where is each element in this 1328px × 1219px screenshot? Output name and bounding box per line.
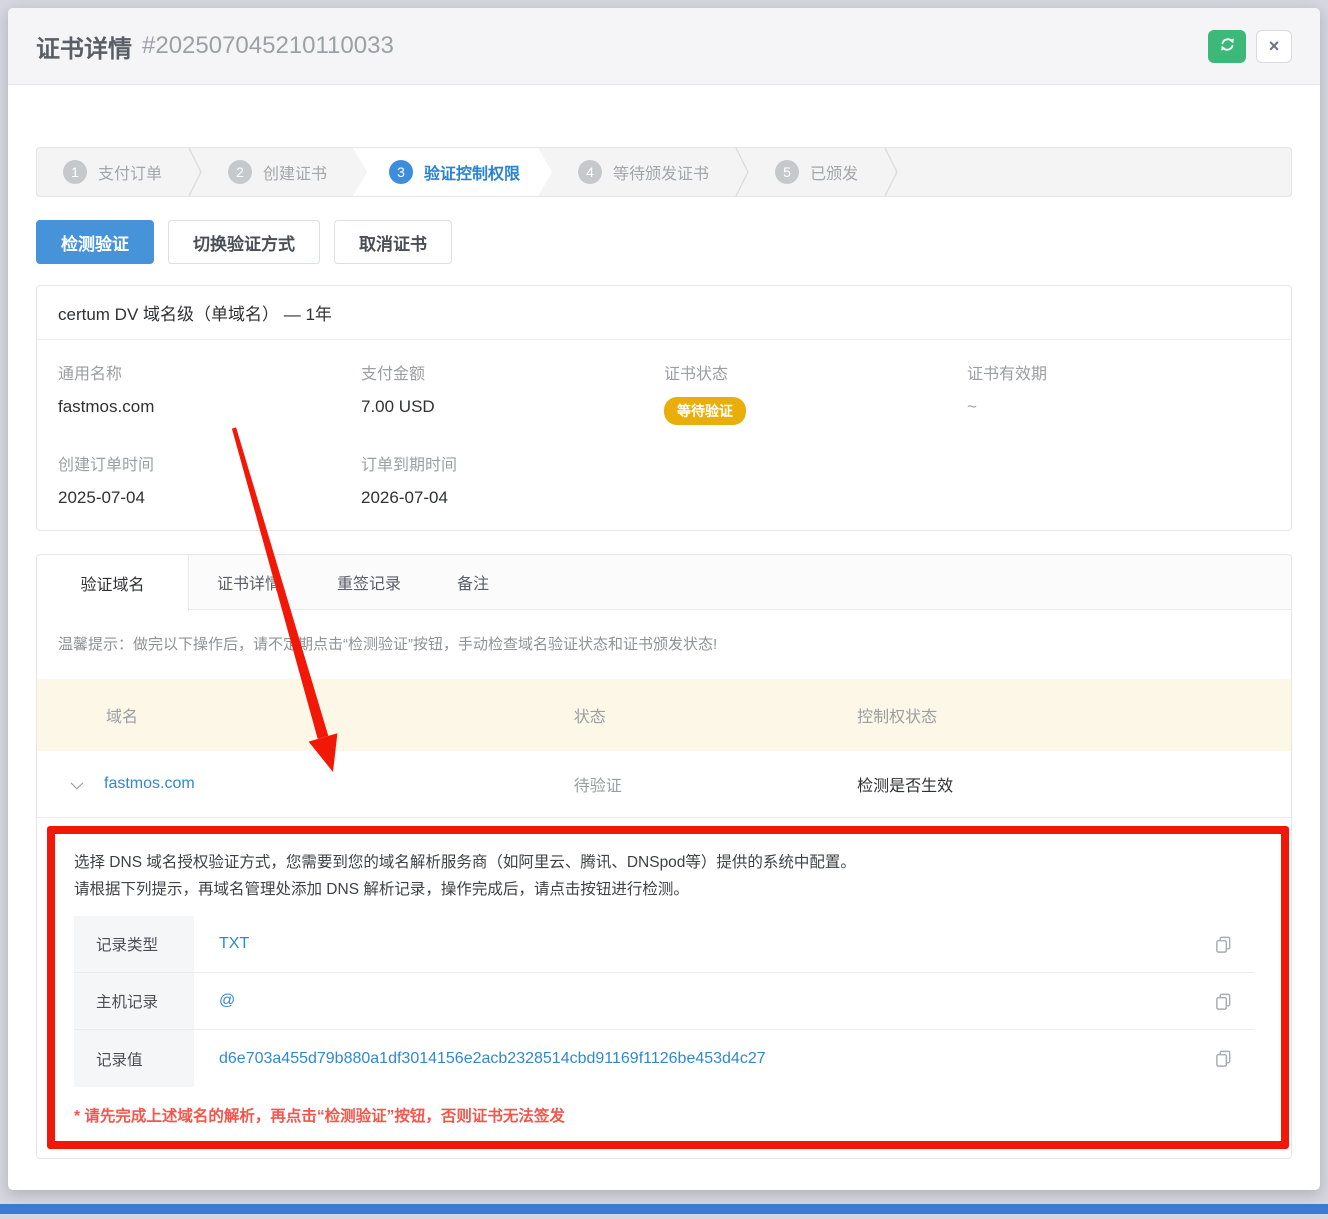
field-value: 7.00 USD [361, 397, 664, 417]
field-label: 创建订单时间 [58, 451, 361, 475]
tab-reissue-records[interactable]: 重签记录 [309, 555, 429, 609]
step-label: 支付订单 [98, 160, 162, 184]
close-button[interactable]: × [1256, 30, 1292, 63]
certificate-info-body: 通用名称 fastmos.com 支付金额 7.00 USD 证书状态 等待验证… [37, 340, 1291, 530]
domain-table-header: 域名 状态 控制权状态 [37, 679, 1291, 751]
dns-warning-text: * 请先完成上述域名的解析，再点击“检测验证”按钮，否则证书无法签发 [74, 1104, 1254, 1126]
toolbar: 检测验证 切换验证方式 取消证书 [36, 220, 1292, 264]
dns-record-label: 记录类型 [74, 916, 194, 972]
step-separator [188, 148, 202, 196]
column-header-control: 控制权状态 [857, 703, 1291, 727]
step-verify-control: 3 验证控制权限 [353, 148, 552, 196]
column-header-domain: 域名 [37, 703, 574, 727]
step-separator [735, 148, 749, 196]
tip-text: 温馨提示：做完以下操作后，请不定期点击“检测验证”按钮，手动检查域名验证状态和证… [37, 610, 1291, 679]
field-expire-time: 订单到期时间 2026-07-04 [361, 451, 664, 508]
step-number: 3 [389, 160, 413, 184]
field-label: 通用名称 [58, 360, 361, 384]
field-value: 2026-07-04 [361, 488, 664, 508]
dns-verification-panel: 选择 DNS 域名授权验证方式，您需要到您的域名解析服务商（如阿里云、腾讯、DN… [37, 818, 1291, 1158]
chevron-down-icon[interactable] [71, 776, 84, 789]
dns-record-label: 主机记录 [74, 973, 194, 1029]
tab-cert-details[interactable]: 证书详情 [189, 555, 309, 609]
domain-table-row: fastmos.com 待验证 检测是否生效 [37, 751, 1291, 818]
step-issued: 5 已颁发 [749, 148, 884, 196]
step-number: 2 [228, 160, 252, 184]
copy-record-type-button[interactable] [1214, 935, 1233, 954]
dns-record-value: d6e703a455d79b880a1df3014156e2acb2328514… [194, 1030, 766, 1087]
domain-status: 待验证 [574, 772, 857, 796]
field-common-name: 通用名称 fastmos.com [58, 360, 361, 425]
tabs-card: 验证域名 证书详情 重签记录 备注 温馨提示：做完以下操作后，请不定期点击“检测… [36, 554, 1292, 1159]
copy-record-value-button[interactable] [1214, 1049, 1233, 1068]
domain-link[interactable]: fastmos.com [104, 775, 195, 793]
step-number: 4 [578, 160, 602, 184]
copy-icon [1214, 999, 1233, 1014]
dns-instruction-line1: 选择 DNS 域名授权验证方式，您需要到您的域名解析服务商（如阿里云、腾讯、DN… [74, 849, 1254, 876]
dns-record-value-row: 记录值 d6e703a455d79b880a1df3014156e2acb232… [74, 1030, 1254, 1087]
field-value: ~ [967, 397, 1270, 417]
modal-header: 证书详情 #202507045210110033 × [8, 8, 1320, 85]
step-label: 验证控制权限 [424, 160, 520, 184]
column-header-status: 状态 [574, 703, 857, 727]
order-number: #202507045210110033 [142, 32, 394, 60]
field-cert-status: 证书状态 等待验证 [664, 360, 967, 425]
field-created-time: 创建订单时间 2025-07-04 [58, 451, 361, 508]
copy-host-record-button[interactable] [1214, 992, 1233, 1011]
refresh-icon [1219, 36, 1236, 56]
dns-record-label: 记录值 [74, 1030, 194, 1087]
step-number: 1 [63, 160, 87, 184]
certificate-detail-modal: 证书详情 #202507045210110033 × [8, 8, 1320, 1190]
page-footer-bar [0, 1204, 1328, 1214]
step-label: 等待颁发证书 [613, 160, 709, 184]
check-verification-button[interactable]: 检测验证 [36, 220, 154, 264]
field-label: 证书有效期 [967, 360, 1270, 384]
field-value: 2025-07-04 [58, 488, 361, 508]
field-value: fastmos.com [58, 397, 361, 417]
tab-bar: 验证域名 证书详情 重签记录 备注 [37, 555, 1291, 610]
dns-record-value: @ [194, 973, 235, 1029]
refresh-button[interactable] [1208, 30, 1246, 63]
dns-instruction-line2: 请根据下列提示，再域名管理处添加 DNS 解析记录，操作完成后，请点击按钮进行检… [74, 876, 1254, 903]
control-status-action[interactable]: 检测是否生效 [857, 778, 953, 795]
close-icon: × [1269, 36, 1280, 57]
dns-record-value: TXT [194, 916, 249, 972]
copy-icon [1214, 1056, 1233, 1071]
step-wait-issue: 4 等待颁发证书 [552, 148, 735, 196]
tab-verify-domain[interactable]: 验证域名 [37, 555, 189, 611]
field-label: 支付金额 [361, 360, 664, 384]
step-pay-order: 1 支付订单 [37, 148, 188, 196]
step-label: 已颁发 [810, 160, 858, 184]
header-actions: × [1208, 30, 1292, 63]
step-create-cert: 2 创建证书 [202, 148, 353, 196]
product-title: certum DV 域名级（单域名） — 1年 [37, 286, 1291, 340]
field-label: 证书状态 [664, 360, 967, 384]
dns-records-table: 记录类型 TXT 主机记录 [74, 916, 1254, 1087]
step-label: 创建证书 [263, 160, 327, 184]
modal-body: 1 支付订单 2 创建证书 3 验证控制权限 4 等待颁发证书 5 已颁发 [8, 147, 1320, 1159]
field-validity: 证书有效期 ~ [967, 360, 1270, 425]
status-badge: 等待验证 [664, 397, 746, 425]
dns-record-type-row: 记录类型 TXT [74, 916, 1254, 973]
certificate-info-card: certum DV 域名级（单域名） — 1年 通用名称 fastmos.com… [36, 285, 1292, 531]
cancel-certificate-button[interactable]: 取消证书 [334, 220, 452, 264]
field-amount: 支付金额 7.00 USD [361, 360, 664, 425]
tab-remarks[interactable]: 备注 [429, 555, 517, 609]
field-label: 订单到期时间 [361, 451, 664, 475]
step-separator [884, 148, 898, 196]
modal-title: 证书详情 [36, 29, 132, 64]
copy-icon [1214, 942, 1233, 957]
dns-host-record-row: 主机记录 @ [74, 973, 1254, 1030]
steps-wizard: 1 支付订单 2 创建证书 3 验证控制权限 4 等待颁发证书 5 已颁发 [36, 147, 1292, 197]
switch-verification-button[interactable]: 切换验证方式 [168, 220, 320, 264]
step-number: 5 [775, 160, 799, 184]
